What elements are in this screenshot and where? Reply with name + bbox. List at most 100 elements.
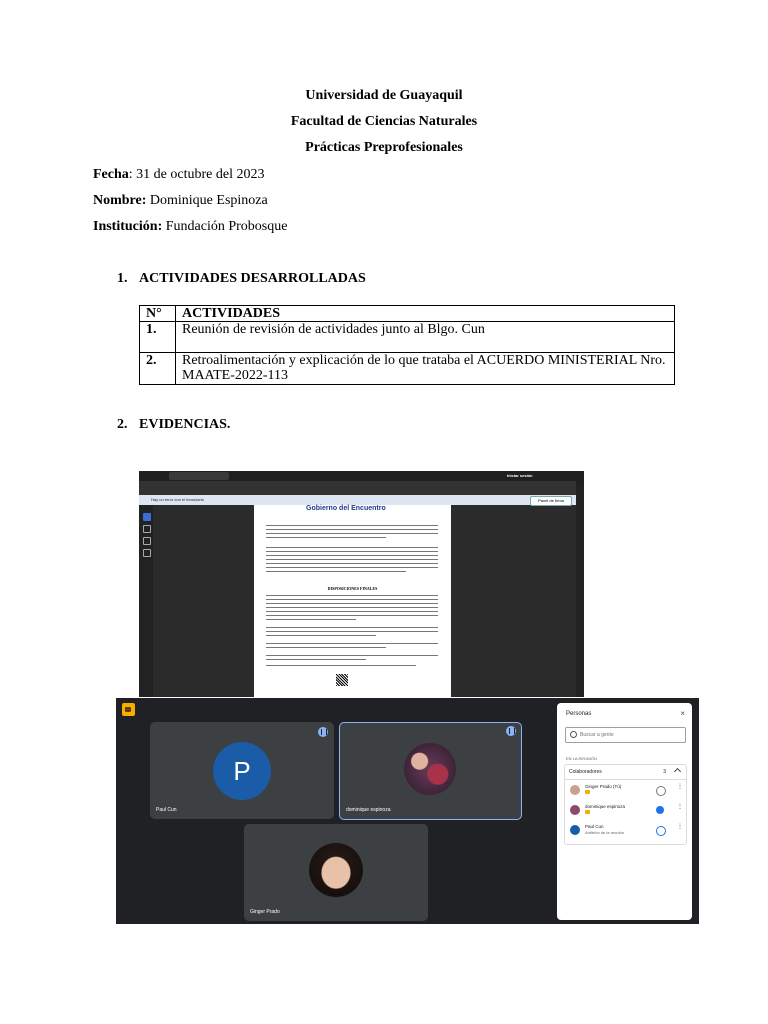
row-text: Retroalimentación y explicación de lo qu… bbox=[175, 352, 675, 385]
qr-code bbox=[336, 674, 348, 686]
text-line bbox=[266, 595, 438, 596]
section-title: EVIDENCIAS. bbox=[139, 417, 231, 432]
more-options-icon[interactable]: ⋮ bbox=[677, 804, 683, 810]
pen-icon bbox=[143, 537, 151, 545]
participant-name: Ginger Prado bbox=[250, 909, 280, 915]
text-line bbox=[266, 533, 438, 534]
header-activities: ACTIVIDADES bbox=[175, 305, 675, 322]
list-item[interactable]: Ginger Prado (Tú) ⋮ bbox=[565, 780, 686, 800]
program-title: Prácticas Preprofesionales bbox=[305, 140, 463, 155]
close-icon[interactable]: × bbox=[680, 710, 685, 718]
search-input[interactable] bbox=[580, 730, 680, 739]
text-line bbox=[266, 559, 438, 560]
text-line bbox=[266, 655, 438, 656]
institution-value: Fundación Probosque bbox=[162, 219, 288, 234]
date-value: : 31 de octubre del 2023 bbox=[128, 167, 265, 182]
person-name: dominique espinoza bbox=[585, 804, 626, 809]
section-title: ACTIVIDADES DESARROLLADAS bbox=[139, 271, 366, 286]
participant-tile: P Paul Cun bbox=[150, 722, 334, 819]
text-line bbox=[266, 525, 438, 526]
text-line bbox=[266, 567, 438, 568]
section-activities: 1. ACTIVIDADES DESARROLLADAS bbox=[117, 271, 366, 287]
list-item[interactable]: dominique espinoza ⋮ bbox=[565, 800, 686, 820]
right-sidebar bbox=[576, 481, 584, 697]
person-name: Paul Cun bbox=[585, 824, 604, 829]
more-options-icon[interactable]: ⋮ bbox=[677, 824, 683, 830]
text-line bbox=[266, 603, 438, 604]
list-item[interactable]: Paul Cun Anfitrión de la reunión ⋮ bbox=[565, 820, 686, 840]
university-title: Universidad de Guayaquil bbox=[305, 88, 463, 103]
text-line bbox=[266, 537, 386, 538]
cursor-icon bbox=[143, 513, 151, 521]
notice-bar: Hay un error con el formulario Panel de … bbox=[139, 495, 584, 506]
text-line bbox=[266, 643, 438, 644]
text-line bbox=[266, 555, 438, 556]
text-line bbox=[266, 607, 438, 608]
text-line bbox=[266, 659, 366, 660]
section-number: 2. bbox=[117, 417, 128, 432]
document-page: Gobierno del Encuentro DISPOSICIONES FIN… bbox=[254, 505, 451, 697]
participant-tile-active: dominique espinoza bbox=[339, 722, 522, 820]
people-list: Ginger Prado (Tú) ⋮ dominique espinoza ⋮… bbox=[564, 778, 687, 845]
group-label: Colaboradores bbox=[569, 769, 602, 775]
name-label: Nombre: bbox=[93, 193, 147, 208]
avatar bbox=[404, 743, 456, 795]
section-label: EN LA REUNIÓN bbox=[566, 756, 597, 761]
text-line bbox=[266, 563, 438, 564]
text-line bbox=[266, 551, 438, 552]
gobierno-logo: Gobierno del Encuentro bbox=[306, 505, 386, 512]
meet-logo-icon bbox=[122, 703, 135, 716]
evidence-screenshot-document: Iniciar sesión Hay un error con el formu… bbox=[139, 471, 584, 697]
text-line bbox=[266, 619, 356, 620]
signature-icon bbox=[143, 549, 151, 557]
group-count: 3 bbox=[663, 769, 666, 775]
text-line bbox=[266, 611, 438, 612]
institution-label: Institución: bbox=[93, 219, 163, 234]
avatar bbox=[570, 825, 580, 835]
speaking-indicator-icon bbox=[506, 726, 516, 736]
viewer-toolbar bbox=[139, 481, 584, 495]
text-line bbox=[266, 631, 438, 632]
text-line bbox=[266, 665, 416, 666]
evidence-screenshot-meeting: P Paul Cun dominique espinoza Ginger Pra… bbox=[116, 698, 699, 924]
text-line bbox=[266, 529, 438, 530]
table-row: 1. Reunión de revisión de actividades ju… bbox=[139, 321, 675, 353]
speaking-icon bbox=[656, 806, 664, 814]
faculty-title: Facultad de Ciencias Naturales bbox=[290, 114, 478, 129]
browser-tab bbox=[169, 472, 229, 480]
mic-off-icon[interactable] bbox=[656, 786, 666, 796]
tag-icon bbox=[585, 810, 590, 814]
text-line bbox=[266, 647, 386, 648]
browser-tab-bar: Iniciar sesión bbox=[139, 471, 584, 481]
section-evidence: 2. EVIDENCIAS. bbox=[117, 417, 230, 433]
header-number: N° bbox=[139, 305, 176, 322]
name-field: Nombre: Dominique Espinoza bbox=[93, 193, 268, 209]
row-number: 2. bbox=[139, 352, 176, 385]
table-row: 2. Retroalimentación y explicación de lo… bbox=[139, 352, 675, 385]
panel-title: Personas bbox=[566, 711, 592, 717]
search-icon bbox=[570, 731, 577, 738]
avatar bbox=[309, 843, 363, 897]
person-name: Ginger Prado (Tú) bbox=[585, 784, 622, 789]
row-number: 1. bbox=[139, 321, 176, 353]
date-label: Fecha bbox=[93, 167, 129, 182]
signature-panel-button: Panel de firma bbox=[530, 496, 572, 506]
more-options-icon[interactable]: ⋮ bbox=[677, 784, 683, 790]
avatar bbox=[570, 805, 580, 815]
tag-icon bbox=[585, 790, 590, 794]
name-value: Dominique Espinoza bbox=[146, 193, 268, 208]
institution-field: Institución: Fundación Probosque bbox=[93, 219, 287, 235]
table-header-row: N° ACTIVIDADES bbox=[139, 305, 675, 322]
participant-tile: Ginger Prado bbox=[244, 824, 428, 921]
signin-button: Iniciar sesión bbox=[507, 473, 533, 478]
text-line bbox=[266, 599, 438, 600]
row-text: Reunión de revisión de actividades junto… bbox=[175, 321, 675, 353]
notice-text: Hay un error con el formulario bbox=[151, 497, 204, 502]
doc-heading: DISPOSICIONES FINALES bbox=[327, 586, 378, 591]
people-search[interactable] bbox=[565, 727, 686, 743]
audio-indicator-icon bbox=[656, 826, 666, 836]
comment-icon bbox=[143, 525, 151, 533]
avatar: P bbox=[213, 742, 271, 800]
tool-sidebar bbox=[139, 505, 153, 697]
text-line bbox=[266, 547, 438, 548]
